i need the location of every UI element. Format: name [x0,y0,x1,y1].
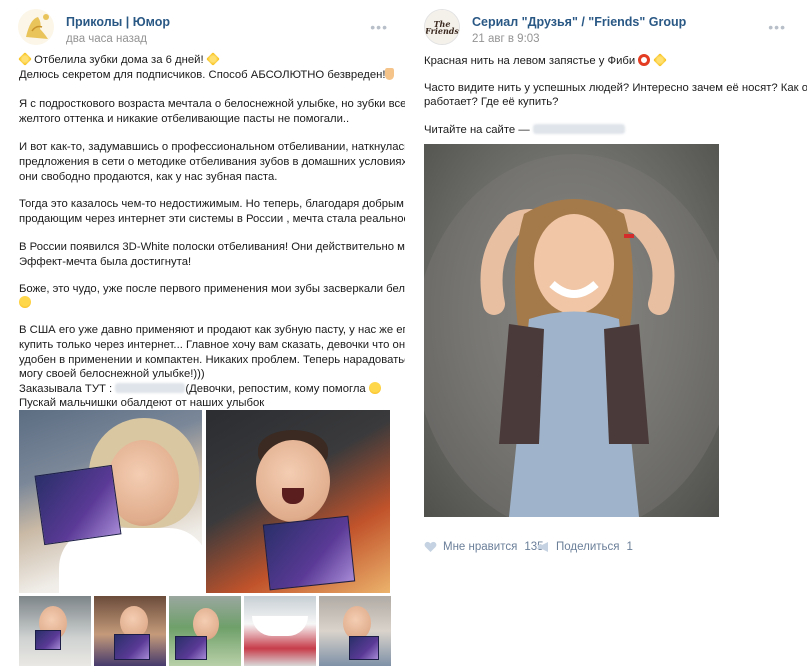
post-photo-thumb[interactable] [94,596,166,666]
megaphone-icon [538,542,548,552]
post-text-line: Боже, это чудо, уже после первого примен… [19,283,436,295]
like-button[interactable]: Мне нравится 135 [424,541,544,553]
more-icon[interactable]: ••• [370,19,388,35]
post-photo[interactable] [19,410,202,593]
more-icon[interactable]: ••• [768,19,786,35]
post-left: Приколы | Юмор два часа назад ••• Отбели… [0,0,454,672]
post-text-line: Эффект-мечта была достигнута! [19,256,192,268]
post-text-line: купить только через интернет... Главное … [19,339,439,351]
post-text-line: В США его уже давно применяют и продают … [19,324,450,336]
post-photo-thumb[interactable] [244,596,316,666]
post-text-line: удобен в применении и компактен. Никаких… [19,354,432,366]
share-label: Поделиться [556,541,620,553]
ring-emoji [638,54,651,66]
post-text-line: они свободно продаются, как у нас зубная… [19,171,278,183]
post-text-line: могу своей белоснежной улыбке!))) [19,368,205,380]
blurred-link[interactable] [532,124,625,134]
star-emoji [18,52,32,66]
post-author[interactable]: Приколы | Юмор [66,15,170,29]
post-photo[interactable] [424,144,719,517]
post-photo[interactable] [206,410,390,593]
avatar-logo-text: The Friends [425,19,459,36]
share-count: 1 [626,541,633,553]
post-text-line: Я с подросткового возраста мечтала о бел… [19,98,454,110]
post-header: Приколы | Юмор два часа назад ••• [18,9,388,49]
post-author[interactable]: Сериал "Друзья" / "Friends" Group [472,15,686,29]
post-text-line: продающим через интернет эти системы в Р… [19,213,432,225]
community-avatar[interactable]: The Friends [424,9,460,45]
share-button[interactable]: Поделиться 1 [537,541,633,553]
post-text-line [19,296,31,311]
like-label: Мне нравится [443,541,518,553]
post-photo-thumb[interactable] [19,596,91,666]
star-emoji [652,53,667,67]
post-actions: Мне нравится 135 Поделиться 1 [424,541,724,559]
star-emoji [205,52,220,66]
tongue-emoji [19,296,31,308]
post-text-line: Читайте на сайте — [424,123,625,138]
post-text-line: работает? Где её купить? [424,96,559,108]
post-text-line: Часто видите нить у успешных людей? Инте… [424,82,807,94]
post-text-line: И вот как-то, задумавшись о профессионал… [19,141,426,153]
post-photo-thumb[interactable] [169,596,241,666]
heart-icon [424,541,437,552]
post-time[interactable]: 21 авг в 9:03 [472,33,540,45]
post-time[interactable]: два часа назад [66,33,147,45]
post-text-line: Пускай мальчишки обалдеют от наших улыбо… [19,397,265,409]
post-text-line: Красная нить на левом запястье у Фиби [424,53,667,69]
post-text-line: Делюсь секретом для подписчиков. Способ … [19,68,395,83]
post-text-line: Отбелила зубки дома за 6 дней! [18,52,220,68]
post-text-line: Тогда это казалось чем-то недостижимым. … [19,198,446,210]
wink-emoji [368,382,381,394]
post-text-line: предложения в сети о методике отбеливани… [19,156,451,168]
post-text-line: желтого оттенка и никакие отбеливающие п… [19,113,350,125]
post-photo-thumb[interactable] [319,596,391,666]
community-avatar[interactable] [18,9,54,45]
post-text-line: Заказывала ТУТ : (Девочки, репостим, ком… [19,382,381,397]
post-text-line: В России появился 3D-White полоски отбел… [19,241,445,253]
hand-emoji [385,68,395,80]
post-header: The Friends Сериал "Друзья" / "Friends" … [424,9,794,49]
blurred-link[interactable] [115,383,186,393]
